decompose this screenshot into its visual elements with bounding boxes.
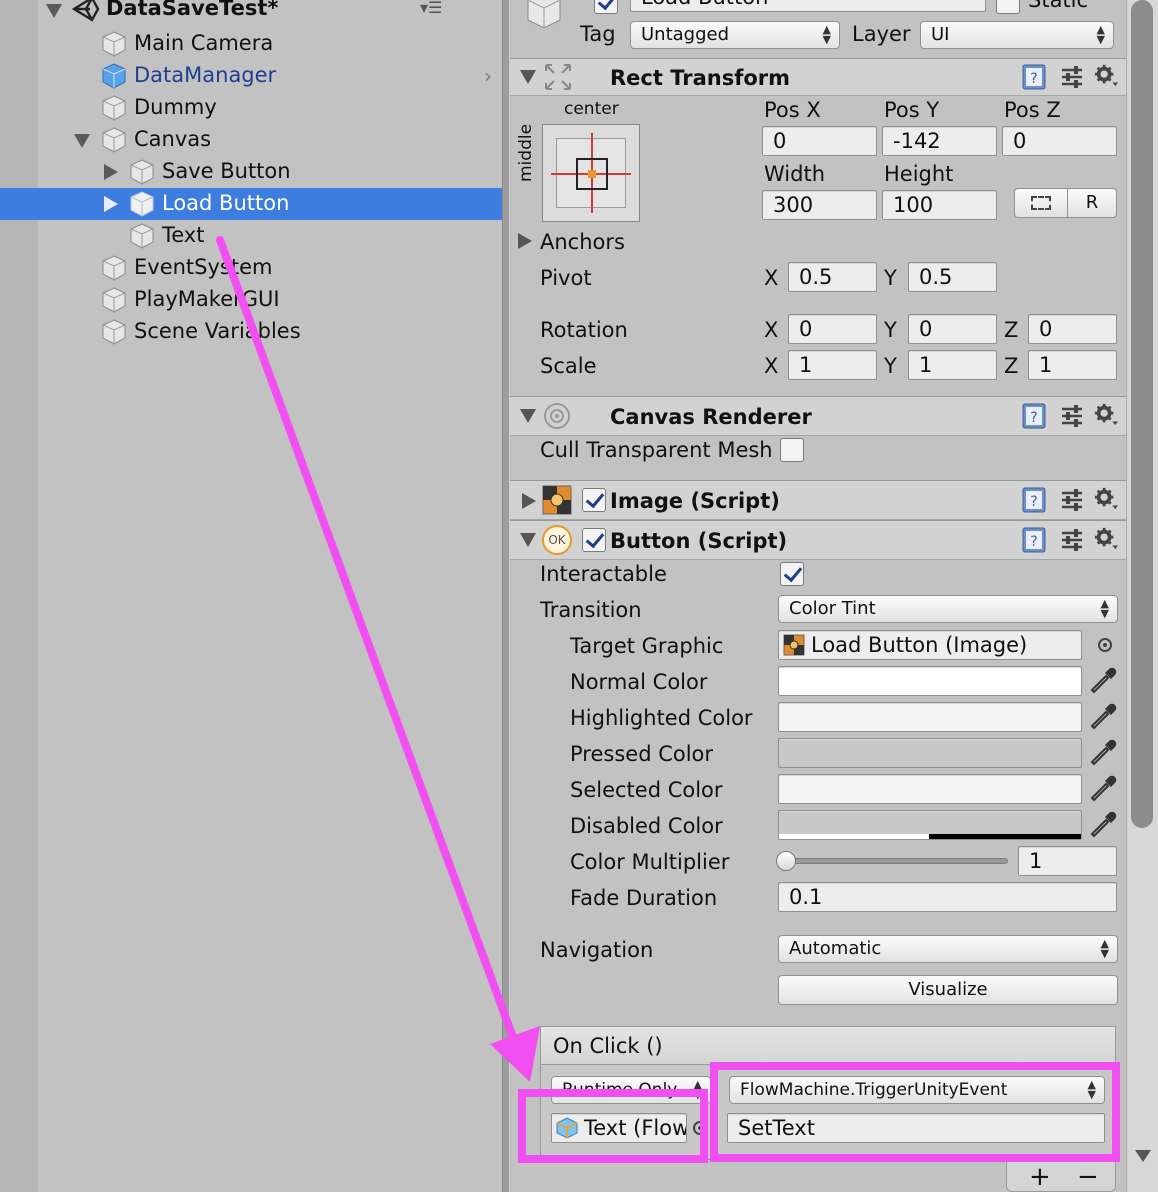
annotation-highlight-function — [710, 1062, 1120, 1162]
annotation-arrow — [216, 236, 540, 1082]
annotation-highlight-object — [518, 1089, 708, 1163]
